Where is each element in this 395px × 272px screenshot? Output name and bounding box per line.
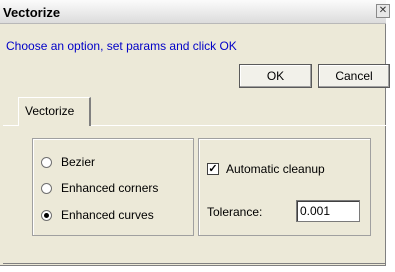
title-bar[interactable]: Vectorize ✕ (0, 0, 390, 24)
window-title: Vectorize (3, 5, 61, 20)
instruction-text: Choose an option, set params and click O… (6, 39, 237, 53)
radio-button[interactable] (41, 156, 52, 168)
radio-label: Enhanced corners (61, 181, 159, 195)
checkmark-icon[interactable]: ✓ (207, 163, 219, 175)
checkbox-label: Automatic cleanup (226, 162, 325, 176)
cancel-button[interactable]: Cancel (318, 64, 390, 88)
radio-enhanced-curves[interactable]: Enhanced curves (41, 207, 154, 223)
close-icon[interactable]: ✕ (376, 4, 390, 18)
tolerance-input[interactable] (296, 200, 360, 222)
radio-enhanced-corners[interactable]: Enhanced corners (41, 180, 158, 196)
radio-label: Enhanced curves (61, 208, 154, 222)
automatic-cleanup-checkbox-row[interactable]: ✓ Automatic cleanup (207, 162, 325, 176)
radio-button-selected[interactable] (41, 209, 52, 221)
radio-button[interactable] (41, 182, 52, 194)
tolerance-label: Tolerance: (207, 205, 263, 219)
radio-label: Bezier (61, 155, 96, 169)
vectorize-dialog: Vectorize ✕ Choose an option, set params… (0, 0, 390, 266)
ok-button[interactable]: OK (239, 64, 312, 88)
radio-bezier[interactable]: Bezier (41, 154, 95, 170)
tab-vectorize[interactable]: Vectorize (18, 97, 91, 126)
